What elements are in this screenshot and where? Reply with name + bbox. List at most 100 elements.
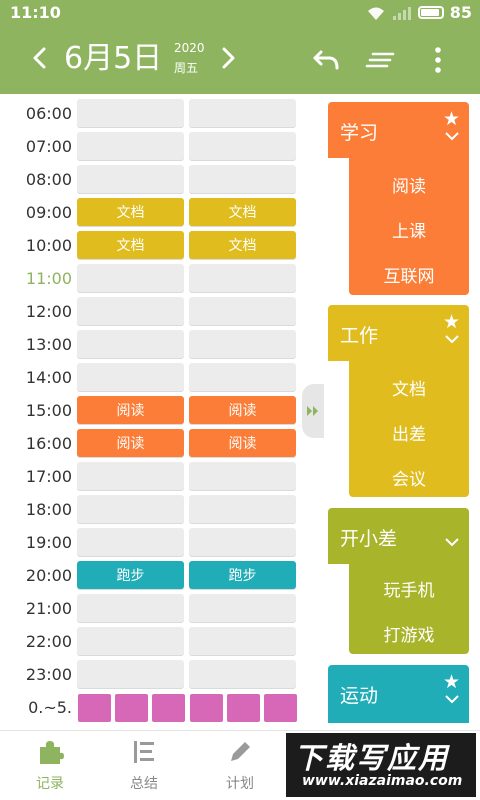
activity-item[interactable]: 玩手机 bbox=[349, 576, 469, 601]
chevron-down-icon[interactable] bbox=[445, 695, 459, 704]
current-date[interactable]: 6月5日 bbox=[64, 40, 162, 78]
category-items: 文档 出差 会议 bbox=[349, 361, 469, 497]
night-slot[interactable] bbox=[78, 694, 111, 722]
list-lines-icon bbox=[365, 52, 395, 68]
night-slot[interactable] bbox=[152, 694, 185, 722]
chevron-right-icon bbox=[222, 47, 235, 69]
chevron-down-icon[interactable] bbox=[445, 335, 459, 344]
empty-time-slot[interactable] bbox=[77, 297, 184, 325]
activity-item[interactable]: 上课 bbox=[349, 217, 469, 242]
activity-item[interactable]: 互联网 bbox=[349, 262, 469, 287]
activity-item[interactable]: 出差 bbox=[349, 420, 469, 445]
star-icon[interactable]: ★ bbox=[443, 671, 460, 693]
hour-label: 07:00 bbox=[25, 137, 72, 156]
next-day-button[interactable] bbox=[218, 40, 238, 85]
hour-label: 19:00 bbox=[25, 533, 72, 552]
time-block[interactable]: 阅读 bbox=[189, 429, 296, 457]
nav-plan[interactable]: 计划 bbox=[190, 739, 290, 793]
empty-time-slot[interactable] bbox=[189, 495, 296, 523]
category-title: 学习 bbox=[340, 122, 379, 144]
empty-time-slot[interactable] bbox=[77, 264, 184, 292]
hour-label: 16:00 bbox=[25, 434, 72, 453]
watermark-text: 下载写应用 bbox=[294, 741, 450, 775]
empty-time-slot[interactable] bbox=[77, 132, 184, 160]
empty-time-slot[interactable] bbox=[189, 627, 296, 655]
more-options-button[interactable] bbox=[422, 44, 454, 76]
undo-icon bbox=[313, 50, 339, 70]
watermark-url: www.xiazaimao.com bbox=[302, 773, 463, 789]
category-slack: 开小差 玩手机 打游戏 bbox=[328, 508, 469, 654]
empty-time-slot[interactable] bbox=[189, 594, 296, 622]
empty-time-slot[interactable] bbox=[189, 99, 296, 127]
empty-time-slot[interactable] bbox=[189, 330, 296, 358]
star-icon[interactable]: ★ bbox=[443, 108, 460, 130]
category-header[interactable]: 学习 ★ bbox=[328, 102, 469, 158]
empty-time-slot[interactable] bbox=[77, 330, 184, 358]
time-block[interactable]: 阅读 bbox=[77, 429, 184, 457]
night-slot[interactable] bbox=[264, 694, 297, 722]
time-block[interactable]: 文档 bbox=[189, 198, 296, 226]
time-block[interactable]: 跑步 bbox=[189, 561, 296, 589]
category-header[interactable]: 运动 ★ bbox=[328, 665, 469, 723]
nav-summary[interactable]: 总结 bbox=[94, 739, 194, 793]
empty-time-slot[interactable] bbox=[77, 627, 184, 655]
empty-time-slot[interactable] bbox=[77, 594, 184, 622]
night-range-label: 0.~5. bbox=[28, 698, 72, 717]
empty-time-slot[interactable] bbox=[77, 660, 184, 688]
time-block[interactable]: 阅读 bbox=[189, 396, 296, 424]
empty-time-slot[interactable] bbox=[77, 495, 184, 523]
hour-label: 18:00 bbox=[25, 500, 72, 519]
status-time: 11:10 bbox=[10, 3, 61, 22]
category-title: 工作 bbox=[340, 325, 379, 347]
empty-time-slot[interactable] bbox=[189, 462, 296, 490]
time-block[interactable]: 跑步 bbox=[77, 561, 184, 589]
hour-label: 12:00 bbox=[25, 302, 72, 321]
hour-label: 06:00 bbox=[25, 104, 72, 123]
double-chevron-right-icon bbox=[307, 406, 318, 416]
current-hour-label: 11:00 bbox=[25, 269, 72, 288]
empty-time-slot[interactable] bbox=[77, 165, 184, 193]
category-header[interactable]: 工作 ★ bbox=[328, 305, 469, 361]
empty-time-slot[interactable] bbox=[189, 165, 296, 193]
nav-record[interactable]: 记录 bbox=[0, 739, 100, 793]
empty-time-slot[interactable] bbox=[77, 99, 184, 127]
chevron-down-icon[interactable] bbox=[445, 132, 459, 141]
empty-time-slot[interactable] bbox=[189, 363, 296, 391]
empty-time-slot[interactable] bbox=[189, 528, 296, 556]
star-icon[interactable]: ★ bbox=[443, 311, 460, 333]
battery-icon bbox=[417, 6, 444, 19]
empty-time-slot[interactable] bbox=[189, 660, 296, 688]
chevron-down-icon[interactable] bbox=[445, 538, 459, 547]
empty-time-slot[interactable] bbox=[189, 297, 296, 325]
collapse-panel-button[interactable] bbox=[302, 384, 324, 438]
empty-time-slot[interactable] bbox=[189, 132, 296, 160]
empty-time-slot[interactable] bbox=[77, 528, 184, 556]
activity-item[interactable]: 文档 bbox=[349, 375, 469, 400]
empty-time-slot[interactable] bbox=[189, 264, 296, 292]
activity-item[interactable]: 打游戏 bbox=[349, 621, 469, 646]
current-weekday: 周五 bbox=[174, 61, 199, 75]
list-view-button[interactable] bbox=[364, 44, 396, 76]
pencil-icon bbox=[231, 742, 250, 761]
empty-time-slot[interactable] bbox=[77, 363, 184, 391]
night-slot[interactable] bbox=[190, 694, 223, 722]
battery-level: 85 bbox=[449, 3, 472, 22]
nav-label: 总结 bbox=[130, 776, 158, 792]
previous-day-button[interactable] bbox=[30, 40, 50, 85]
activity-item[interactable]: 会议 bbox=[349, 465, 469, 490]
more-vertical-icon bbox=[435, 47, 441, 73]
empty-time-slot[interactable] bbox=[77, 462, 184, 490]
undo-button[interactable] bbox=[310, 44, 342, 76]
time-block[interactable]: 文档 bbox=[189, 231, 296, 259]
night-slot[interactable] bbox=[115, 694, 148, 722]
category-sport: 运动 ★ bbox=[328, 665, 469, 723]
activity-item[interactable]: 阅读 bbox=[349, 172, 469, 197]
time-block[interactable]: 阅读 bbox=[77, 396, 184, 424]
time-block[interactable]: 文档 bbox=[77, 231, 184, 259]
category-header[interactable]: 开小差 bbox=[328, 508, 469, 564]
app-header: 6月5日 2020 周五 bbox=[0, 26, 480, 94]
time-block[interactable]: 文档 bbox=[77, 198, 184, 226]
night-slot[interactable] bbox=[227, 694, 260, 722]
hour-label: 20:00 bbox=[25, 566, 72, 585]
nav-label: 计划 bbox=[226, 776, 254, 792]
